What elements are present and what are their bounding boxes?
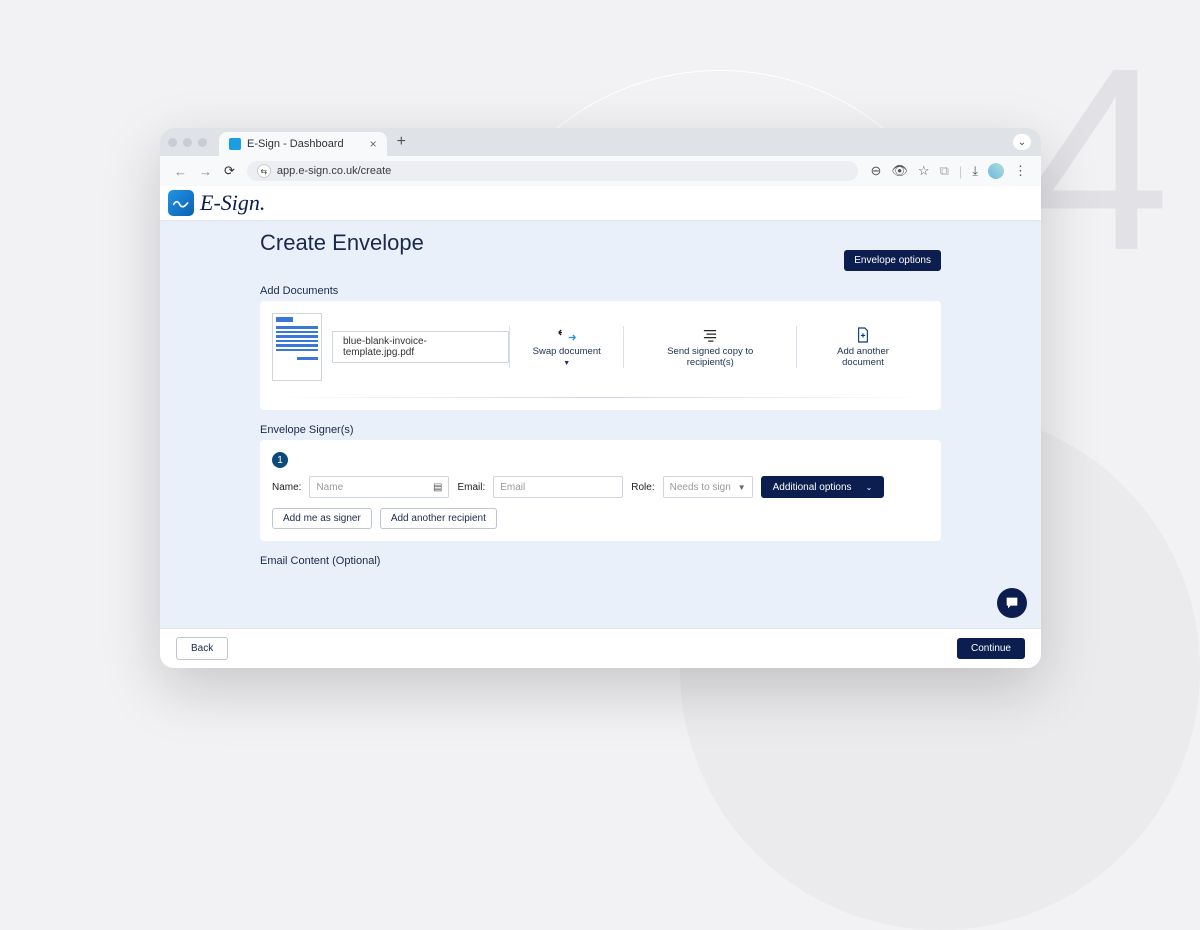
page-footer: Back Continue (160, 628, 1041, 668)
add-me-as-signer-button[interactable]: Add me as signer (272, 508, 372, 529)
app-header: E-Sign. (160, 186, 1041, 220)
contacts-icon[interactable]: ▤ (433, 482, 442, 493)
email-content-label: Email Content (Optional) (260, 555, 941, 567)
browser-toolbar: ← → ⟳ ⇆ app.e-sign.co.uk/create ⊖ 👁 ☆ ⧉ … (160, 156, 1041, 186)
add-documents-label: Add Documents (260, 285, 941, 297)
address-bar[interactable]: ⇆ app.e-sign.co.uk/create (247, 161, 859, 181)
bg-step-number: 4 (1025, 30, 1170, 290)
close-tab-icon[interactable]: × (370, 137, 377, 151)
reload-icon[interactable]: ⟳ (224, 163, 235, 179)
send-signed-copy-button[interactable]: Send signed copy to recipient(s) (623, 326, 796, 368)
envelope-signers-label: Envelope Signer(s) (260, 424, 941, 436)
back-button[interactable]: Back (176, 637, 228, 660)
site-settings-icon[interactable]: ⇆ (257, 164, 271, 178)
logo-icon (168, 190, 194, 216)
documents-card: blue-blank-invoice-template.jpg.pdf Swap… (260, 301, 941, 410)
toolbar-icons: ⊖ 👁 ☆ ⧉ | ⤓ ⋮ (870, 163, 1027, 179)
extensions-icon[interactable]: ⧉ (940, 163, 949, 179)
envelope-options-button[interactable]: Envelope options (844, 250, 941, 271)
list-icon (642, 326, 778, 344)
download-icon[interactable]: ⤓ (972, 163, 978, 179)
swap-icon (528, 326, 606, 344)
chevron-down-icon: ⌄ (866, 483, 873, 492)
browser-tab-strip: E-Sign - Dashboard × + ⌄ (160, 128, 1041, 156)
incognito-icon[interactable]: 👁 (891, 163, 908, 179)
role-select[interactable]: Needs to sign ▼ (663, 476, 753, 498)
window-controls (168, 138, 207, 147)
chevron-down-icon: ▼ (738, 483, 746, 492)
chat-widget-button[interactable] (997, 588, 1027, 618)
name-input[interactable]: Name ▤ (309, 476, 449, 498)
document-thumbnail[interactable] (272, 313, 322, 381)
app-viewport: E-Sign. Create Envelope Envelope options… (160, 186, 1041, 668)
new-tab-button[interactable]: + (397, 133, 406, 151)
signer-number-badge: 1 (272, 452, 288, 468)
swap-document-button[interactable]: Swap document ▼ (509, 326, 624, 368)
profile-avatar[interactable] (988, 163, 1004, 179)
menu-icon[interactable]: ⋮ (1014, 163, 1027, 179)
document-plus-icon (815, 326, 911, 344)
continue-button[interactable]: Continue (957, 638, 1025, 659)
favicon-icon (229, 138, 241, 150)
page-content: Create Envelope Envelope options Add Doc… (160, 220, 1041, 628)
nav-back-icon[interactable]: ← (174, 164, 187, 179)
email-input[interactable]: Email (493, 476, 623, 498)
zoom-icon[interactable]: ⊖ (870, 163, 881, 179)
add-another-recipient-button[interactable]: Add another recipient (380, 508, 497, 529)
browser-window: E-Sign - Dashboard × + ⌄ ← → ⟳ ⇆ app.e-s… (160, 128, 1041, 668)
add-document-button[interactable]: Add another document (796, 326, 929, 368)
document-filename-input[interactable]: blue-blank-invoice-template.jpg.pdf (332, 331, 509, 363)
window-max-dot[interactable] (198, 138, 207, 147)
additional-options-button[interactable]: Additional options ⌄ (761, 476, 885, 498)
page-title: Create Envelope (260, 230, 424, 256)
tab-title: E-Sign - Dashboard (247, 138, 344, 150)
signers-card: 1 Name: Name ▤ Email: Email Role: Needs … (260, 440, 941, 541)
tab-overflow-button[interactable]: ⌄ (1013, 134, 1031, 150)
email-label: Email: (457, 482, 485, 493)
divider (272, 397, 929, 398)
name-label: Name: (272, 482, 301, 493)
role-label: Role: (631, 482, 654, 493)
window-close-dot[interactable] (168, 138, 177, 147)
nav-forward-icon[interactable]: → (199, 164, 212, 179)
separator: | (959, 164, 962, 179)
url-text: app.e-sign.co.uk/create (277, 165, 391, 177)
browser-tab[interactable]: E-Sign - Dashboard × (219, 132, 387, 156)
window-min-dot[interactable] (183, 138, 192, 147)
bookmark-icon[interactable]: ☆ (918, 163, 930, 179)
logo-text: E-Sign. (200, 190, 265, 216)
